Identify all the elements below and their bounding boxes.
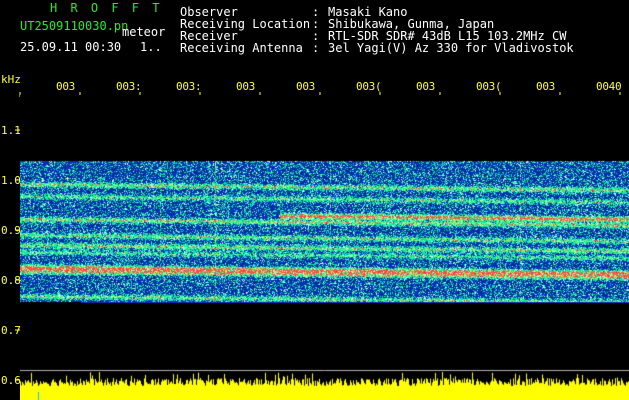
page-index: 1.. <box>140 40 162 54</box>
app-title: H R O F F T <box>50 1 163 15</box>
info-sep: : <box>312 41 320 55</box>
info-label-antenna: Receiving Antenna <box>180 41 303 55</box>
file-name: UT2509110030.pn <box>20 19 129 33</box>
spectrogram-canvas <box>20 95 629 400</box>
mode-label: meteor <box>122 25 166 39</box>
y-axis-unit: kHz <box>1 73 21 86</box>
date-time: 25.09.11 00:30 <box>20 40 122 54</box>
info-value-antenna: 3el Yagi(V) Az 330 for Vladivostok <box>328 41 574 55</box>
